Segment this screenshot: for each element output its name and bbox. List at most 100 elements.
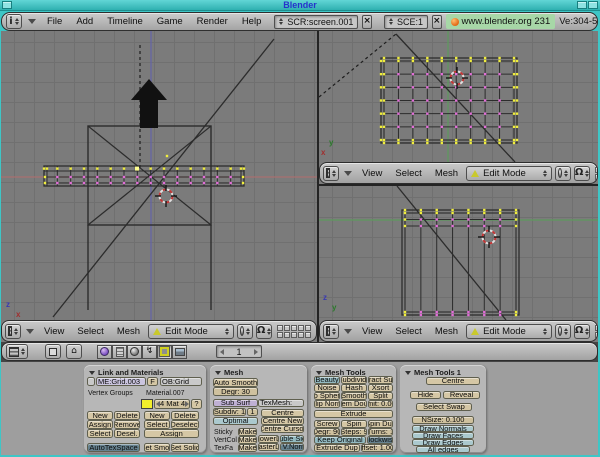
layer-toggle[interactable] xyxy=(291,325,297,331)
optimal-toggle[interactable]: Optimal xyxy=(213,417,258,425)
material-color-swatch[interactable] xyxy=(141,399,153,409)
noise-button[interactable]: Noise xyxy=(314,384,340,392)
screw-button[interactable]: Screw xyxy=(314,420,340,428)
mode-dropdown[interactable]: Edit Mode xyxy=(148,324,234,339)
header-collapse-icon[interactable] xyxy=(344,329,352,334)
pivot-button[interactable]: Ω xyxy=(574,324,590,339)
menu-timeline[interactable]: Timeline xyxy=(102,16,148,27)
panel-collapse-icon[interactable] xyxy=(316,371,322,375)
pivot-button[interactable]: Ω xyxy=(256,324,272,339)
nsize-field[interactable]: NSize: 0.100 xyxy=(412,416,474,424)
layer-toggle[interactable] xyxy=(305,325,311,331)
rem-doubles-button[interactable]: Rem Doub xyxy=(341,400,367,408)
menu-help[interactable]: Help xyxy=(237,16,267,27)
subdiv-render-field[interactable]: 1 xyxy=(247,408,258,416)
vgroup-remove-button[interactable]: Remove xyxy=(114,420,140,429)
draw-type-button[interactable] xyxy=(237,324,253,339)
panel-collapse-ic on[interactable] xyxy=(215,371,221,375)
draw-faces-toggle[interactable]: Draw Faces xyxy=(412,432,474,439)
material-delete-button[interactable]: Delete xyxy=(171,411,199,420)
layer-toggle[interactable] xyxy=(595,167,598,173)
menu-render[interactable]: Render xyxy=(192,16,233,27)
layer-toggle[interactable] xyxy=(595,332,598,338)
auto-smooth-toggle[interactable]: Auto Smooth xyxy=(213,378,258,387)
material-index-spinner[interactable]: 4 Mat 4 xyxy=(154,399,190,409)
panel-align-button[interactable] xyxy=(45,344,61,359)
sticky-make-button[interactable]: Make xyxy=(238,428,257,436)
to-sphere-button[interactable]: To Sphere xyxy=(314,392,340,400)
subsurf-toggle[interactable]: Sub Surf xyxy=(213,399,258,407)
extrude-dup-button[interactable]: Extrude Dup xyxy=(314,444,360,452)
texmesh-field[interactable]: TexMesh: xyxy=(258,399,304,407)
decrement-icon[interactable] xyxy=(220,349,224,355)
texface-make-button[interactable]: Make xyxy=(238,444,257,452)
viewport-type-button[interactable] xyxy=(323,166,339,181)
header-collapse-icon[interactable] xyxy=(26,329,34,334)
keep-original-toggle[interactable]: Keep Original xyxy=(314,436,366,444)
select-menu[interactable]: Select xyxy=(72,326,108,337)
script-context-button[interactable] xyxy=(112,345,127,359)
panel-collapse-icon[interactable] xyxy=(405,371,411,375)
degr90-field[interactable]: Degr: 90 xyxy=(314,428,340,436)
vgroup-deselect-button[interactable]: Desel. xyxy=(114,429,140,438)
vgroup-select-button[interactable]: Select xyxy=(87,429,113,438)
window-maximize-button[interactable] xyxy=(588,1,598,9)
layer-buttons[interactable] xyxy=(277,325,317,338)
layer-toggle[interactable] xyxy=(277,332,283,338)
mesh-menu[interactable]: Mesh xyxy=(112,326,145,337)
layer-toggle[interactable] xyxy=(316,332,317,338)
window-iconify-button[interactable] xyxy=(577,1,587,9)
pivot-button[interactable]: Ω xyxy=(574,166,590,181)
clockwise-toggle[interactable]: Clockwise xyxy=(367,436,393,444)
layer-toggle[interactable] xyxy=(298,332,304,338)
hide-button[interactable]: Hide xyxy=(410,391,441,399)
xsort-button[interactable]: Xsort xyxy=(368,384,393,392)
all-edges-toggle[interactable]: All edges xyxy=(416,446,470,453)
draw-type-button[interactable] xyxy=(555,166,571,181)
vgroup-delete-button[interactable]: Delete xyxy=(114,411,140,420)
viewport-top-canvas[interactable]: yx xyxy=(319,31,598,162)
reveal-button[interactable]: Reveal xyxy=(443,391,480,399)
editing-context-button[interactable] xyxy=(157,345,172,359)
layer-toggle[interactable] xyxy=(277,325,283,331)
draw-normals-toggle[interactable]: Draw Normals xyxy=(412,425,474,432)
window-type-button[interactable]: i xyxy=(6,14,22,29)
material-select-button[interactable]: Select xyxy=(144,420,170,429)
layer-toggle[interactable] xyxy=(316,325,317,331)
material-help-button[interactable]: ? xyxy=(191,399,202,409)
mesh-menu[interactable]: Mesh xyxy=(430,326,463,337)
offset-field[interactable]: Offset: 1.000 xyxy=(361,444,393,452)
material-new-button[interactable]: New xyxy=(144,411,170,420)
spin-dup-button[interactable]: Spin Dup xyxy=(368,420,393,428)
view-menu[interactable]: View xyxy=(357,326,387,337)
flip-normals-button[interactable]: Flip Norm xyxy=(314,400,340,408)
layer-buttons[interactable] xyxy=(595,325,598,338)
viewport-type-button[interactable] xyxy=(323,324,339,339)
centre-cursor-button[interactable]: Centre Cursor xyxy=(261,425,304,433)
select-menu[interactable]: Select xyxy=(390,326,426,337)
vgroup-assign-button[interactable]: Assign xyxy=(87,420,113,429)
layer-toggle[interactable] xyxy=(595,174,598,180)
hash-button[interactable]: Hash xyxy=(341,384,367,392)
fake-user-button[interactable]: F xyxy=(147,377,158,386)
viewport-type-button[interactable] xyxy=(5,324,21,339)
screen-selector[interactable]: SCR:screen.001 xyxy=(274,15,358,29)
screen-delete-button[interactable]: × xyxy=(362,15,372,29)
object-context-button[interactable]: ↯ xyxy=(142,345,157,359)
no-vnormal-toggle[interactable]: No V.Normal xyxy=(280,443,304,451)
draw-type-button[interactable] xyxy=(555,324,571,339)
centre-button[interactable]: Centre xyxy=(261,409,304,417)
frame-number-field[interactable]: 1 xyxy=(216,345,262,358)
menu-add[interactable]: Add xyxy=(71,16,98,27)
layer-buttons[interactable] xyxy=(595,167,598,180)
degr-field[interactable]: Degr: 30 xyxy=(213,387,258,396)
mesh-menu[interactable]: Mesh xyxy=(430,168,463,179)
scene-delete-button[interactable]: × xyxy=(432,15,442,29)
autotexspace-toggle[interactable]: AutoTexSpace xyxy=(87,443,140,452)
set-smooth-button[interactable]: Set Smoo xyxy=(144,443,170,452)
scene-context-button[interactable] xyxy=(172,345,187,359)
panel-collapse-icon[interactable] xyxy=(89,371,95,375)
centre-new-button[interactable]: Centre New xyxy=(261,417,304,425)
spin-button[interactable]: Spin xyxy=(341,420,367,428)
window-titlebar[interactable]: Blender xyxy=(0,0,600,11)
